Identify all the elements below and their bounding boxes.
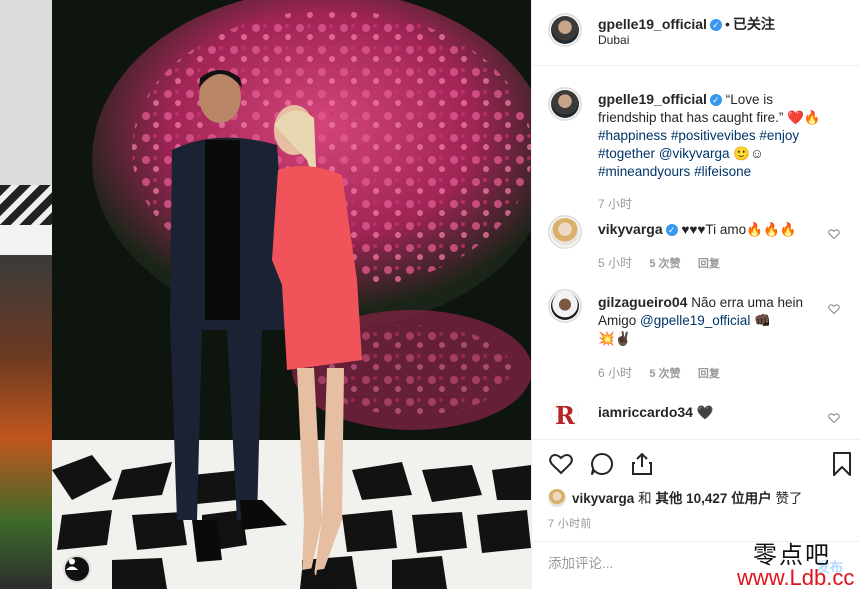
post-photo[interactable] bbox=[52, 0, 531, 589]
hashtag-link[interactable]: #mineandyours bbox=[598, 164, 690, 179]
post-image bbox=[52, 0, 531, 589]
avatar[interactable] bbox=[551, 218, 579, 246]
comment-body: ♥♥♥Ti amo🔥🔥🔥 bbox=[681, 222, 797, 237]
comment-text: vikyvarga ✓ ♥♥♥Ti amo🔥🔥🔥 bbox=[598, 220, 823, 239]
comment-username[interactable]: vikyvarga bbox=[598, 221, 663, 237]
share-icon[interactable] bbox=[629, 451, 655, 477]
bookmark-icon[interactable] bbox=[829, 451, 855, 477]
header-user-line: gpelle19_official ✓ • 已关注 bbox=[598, 14, 775, 34]
action-bar bbox=[532, 439, 860, 487]
separator-dot: • bbox=[724, 16, 730, 32]
avatar[interactable]: R bbox=[551, 401, 579, 429]
mention-link[interactable]: @vikyvarga bbox=[659, 146, 730, 161]
post-sidebar: gpelle19_official ✓ • 已关注 Dubai gpelle19_of… bbox=[531, 0, 860, 589]
caption-emojis: ❤️🔥 bbox=[787, 110, 821, 125]
comment-body: 🖤 bbox=[696, 405, 714, 420]
hashtag-link[interactable]: #positivevibes bbox=[671, 128, 756, 143]
avatar[interactable] bbox=[551, 292, 579, 320]
reply-button[interactable]: 回复 bbox=[698, 258, 720, 270]
comment-time[interactable]: 5 小时 bbox=[598, 256, 632, 270]
likes-conj: 和 bbox=[638, 491, 652, 506]
comment-emojis: 💥✌🏿 bbox=[598, 331, 632, 346]
caption-emojis: 🙂☺ bbox=[733, 146, 764, 161]
caption-meta: 7 小时 bbox=[598, 195, 646, 212]
location-link[interactable]: Dubai bbox=[598, 33, 629, 47]
comment-emojis: 👊🏿 bbox=[754, 313, 771, 328]
liker-username[interactable]: vikyvarga bbox=[572, 491, 634, 506]
verified-badge-icon: ✓ bbox=[709, 94, 722, 106]
others-suffix[interactable]: 位用户 bbox=[731, 491, 772, 506]
add-comment-input[interactable] bbox=[548, 556, 748, 571]
reply-button[interactable]: 回复 bbox=[698, 368, 720, 380]
likes-verb: 赞了 bbox=[775, 491, 803, 506]
comment-meta: 5 小时 5 次赞 回复 bbox=[598, 254, 734, 271]
caption-time[interactable]: 7 小时 bbox=[598, 197, 632, 211]
likes-summary: vikyvarga 和 其他 10,427 位用户 赞了 bbox=[548, 487, 802, 507]
avatar-letter: R bbox=[555, 401, 575, 429]
background-thumbnail bbox=[0, 255, 52, 589]
like-comment-heart-icon[interactable] bbox=[828, 303, 840, 315]
likes-count[interactable]: 10,427 bbox=[686, 491, 727, 506]
comment-text: iamriccardo34 🖤 bbox=[598, 403, 823, 422]
avatar[interactable] bbox=[551, 90, 579, 118]
caption-text: gpelle19_official ✓ “Love is friendship t… bbox=[598, 90, 823, 181]
background-divider bbox=[0, 225, 52, 255]
comment-likes[interactable]: 5 次赞 bbox=[649, 258, 680, 270]
comment-time[interactable]: 6 小时 bbox=[598, 366, 632, 380]
verified-badge-icon: ✓ bbox=[709, 19, 722, 31]
background-card bbox=[0, 0, 52, 185]
hashtag-link[interactable]: #happiness bbox=[598, 128, 667, 143]
avatar[interactable] bbox=[548, 489, 566, 507]
follow-status-button[interactable]: 已关注 bbox=[733, 16, 775, 32]
instagram-post-modal: gpelle19_official ✓ • 已关注 Dubai gpelle19_of… bbox=[0, 0, 860, 589]
verified-badge-icon: ✓ bbox=[665, 224, 678, 236]
comments-list[interactable]: gpelle19_official ✓ “Love is friendship t… bbox=[532, 67, 860, 439]
like-comment-heart-icon[interactable] bbox=[828, 228, 840, 240]
person-icon bbox=[66, 558, 78, 570]
mention-link[interactable]: @gpelle19_official bbox=[640, 313, 750, 328]
hashtag-link[interactable]: #together bbox=[598, 146, 655, 161]
hashtag-link[interactable]: #lifeisone bbox=[694, 164, 751, 179]
comment-username[interactable]: iamriccardo34 bbox=[598, 404, 693, 420]
comment-meta: 6 小时 5 次赞 回复 bbox=[598, 364, 734, 381]
avatar[interactable] bbox=[551, 16, 579, 44]
post-timestamp[interactable]: 7 小时前 bbox=[548, 515, 592, 531]
background-thumbnail bbox=[0, 185, 52, 225]
like-heart-icon[interactable] bbox=[548, 451, 574, 477]
others-prefix[interactable]: 其他 bbox=[655, 491, 682, 506]
watermark-url: www.Ldb.cc bbox=[737, 565, 855, 589]
post-header: gpelle19_official ✓ • 已关注 Dubai bbox=[532, 0, 860, 66]
tagged-users-button[interactable] bbox=[63, 555, 91, 583]
comment-text: gilzagueiro04 Não erra uma hein Amigo @g… bbox=[598, 293, 823, 348]
comment-username[interactable]: gilzagueiro04 bbox=[598, 294, 687, 310]
background-feed bbox=[0, 0, 52, 589]
comment-likes[interactable]: 5 次赞 bbox=[649, 368, 680, 380]
like-comment-heart-icon[interactable] bbox=[828, 412, 840, 424]
hashtag-link[interactable]: #enjoy bbox=[759, 128, 799, 143]
caption-username[interactable]: gpelle19_official bbox=[598, 91, 707, 107]
watermark: 零点吧 www.Ldb.cc bbox=[737, 535, 860, 589]
comment-bubble-icon[interactable] bbox=[589, 451, 615, 477]
author-username[interactable]: gpelle19_official bbox=[598, 16, 707, 32]
